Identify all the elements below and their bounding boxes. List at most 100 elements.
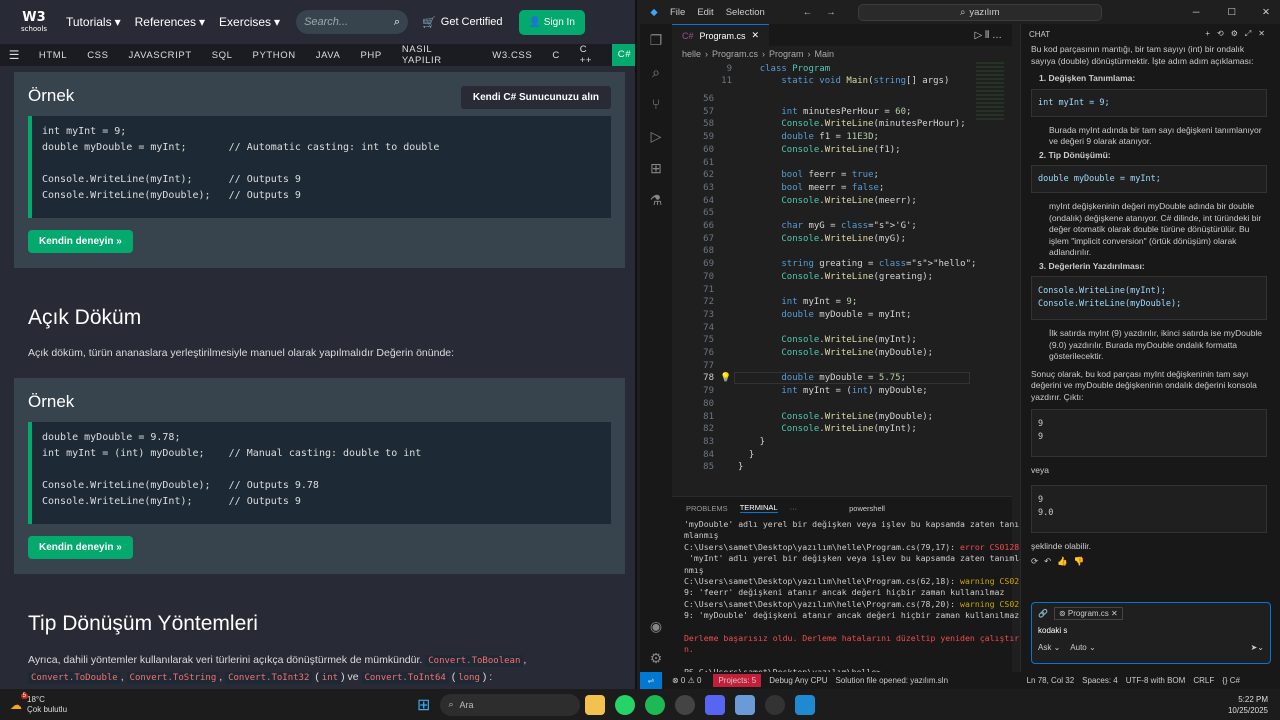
maximize-icon[interactable]: ☐	[1228, 7, 1237, 18]
line-number: 56	[703, 94, 714, 104]
forward-icon[interactable]: →	[826, 7, 836, 18]
tab-problems[interactable]: PROBLEMS	[686, 504, 728, 513]
subnav-java[interactable]: JAVA	[306, 50, 351, 61]
try-it-button[interactable]: Kendin deneyin »	[28, 230, 133, 253]
code-line: Console.WriteLine(minutesPerHour);	[781, 119, 966, 130]
model-select[interactable]: Auto ⌄	[1070, 643, 1095, 652]
nav-exercises[interactable]: Exercises ▾	[219, 15, 280, 29]
chat-input[interactable]: kodaki s	[1038, 626, 1264, 635]
projects-status[interactable]: Projects: 5	[713, 674, 762, 687]
command-search[interactable]: ⌕ yazılım	[857, 3, 1102, 21]
menu-selection[interactable]: Selection	[726, 7, 765, 18]
subnav-css[interactable]: CSS	[77, 50, 118, 61]
spotify-icon[interactable]	[645, 694, 666, 715]
subnav-sql[interactable]: SQL	[202, 50, 243, 61]
subnav-w3css[interactable]: W3.CSS	[482, 50, 542, 61]
terminal-line: C:\Users\samet\Desktop\yazılım\helle\Pro…	[684, 598, 1025, 609]
extensions-icon[interactable]: ⊞	[640, 152, 672, 184]
tab-terminal[interactable]: TERMINAL	[739, 503, 778, 513]
source-control-icon[interactable]: ⑂	[640, 88, 672, 120]
file-explorer-icon[interactable]	[585, 694, 606, 715]
try-it-button[interactable]: Kendin deneyin »	[28, 536, 133, 559]
get-server-button[interactable]: Kendi C# Sunucunuzu alın	[460, 86, 611, 109]
whatsapp-icon[interactable]	[615, 694, 636, 715]
close-icon[interactable]: ✕	[1262, 7, 1270, 18]
cursor-position[interactable]: Ln 78, Col 32	[1027, 676, 1075, 685]
terminal-output[interactable]: 'myDouble' adlı yerel bir değişken veya …	[672, 519, 1025, 679]
nav-tutorials[interactable]: Tutorials ▾	[66, 15, 121, 29]
debug-config[interactable]: Debug Any CPU	[769, 676, 827, 685]
menu-edit[interactable]: Edit	[697, 7, 713, 18]
chrome-icon[interactable]	[765, 694, 786, 715]
get-certified-link[interactable]: 🛒 Get Certified	[422, 16, 502, 29]
or-text: veya	[1031, 465, 1049, 475]
mode-select[interactable]: Ask ⌄	[1038, 643, 1060, 652]
line-number: 62	[703, 170, 714, 181]
subnav-howto[interactable]: NASIL YAPILIR	[392, 44, 482, 66]
discord-icon[interactable]	[705, 694, 726, 715]
settings-icon[interactable]: ⚙	[640, 642, 672, 674]
subnav-javascript[interactable]: JAVASCRIPT	[119, 50, 202, 61]
search-icon[interactable]: ⌕	[640, 56, 672, 88]
terminal-line: 'myInt' adlı yerel bir değişken veya işl…	[684, 553, 1025, 564]
explorer-icon[interactable]: ❐	[640, 24, 672, 56]
menu-file[interactable]: File	[670, 7, 685, 18]
closing-text: şeklinde olabilir.	[1031, 540, 1092, 551]
subnav-php[interactable]: PHP	[350, 50, 391, 61]
code-line: int myInt = (int) myDouble;	[781, 386, 928, 397]
remote-icon[interactable]: ⇌	[640, 672, 662, 689]
feedback-icons[interactable]: ⟳↶👍👎	[1031, 556, 1267, 568]
menu-icon[interactable]: ☰	[0, 48, 29, 62]
weather-widget[interactable]: ☁ 5 18°C Çok bulutlu	[10, 692, 67, 715]
send-icon[interactable]: ➤⌄	[1251, 643, 1264, 652]
subnav-python[interactable]: PYTHON	[243, 50, 306, 61]
language-mode[interactable]: {} C#	[1222, 676, 1240, 685]
tab-program-cs[interactable]: C# Program.cs ✕	[672, 24, 770, 46]
code-line: int myInt = 9;	[781, 297, 858, 308]
context-file-chip[interactable]: ⊚ Program.cs ✕	[1053, 607, 1123, 620]
run-icon[interactable]: ▷ ⫴ …	[975, 30, 1002, 41]
lightbulb-icon[interactable]: 💡	[720, 372, 731, 383]
sign-in-button[interactable]: 👤 Sign In	[518, 9, 585, 35]
photos-icon[interactable]	[735, 694, 756, 715]
code-line: char myG = class="s">'G';	[781, 221, 917, 231]
account-icon[interactable]: ◉	[640, 610, 672, 642]
code-line: }	[738, 449, 755, 460]
user-icon: 👤	[528, 16, 541, 28]
code-line: double myDouble = myInt;	[781, 309, 912, 320]
code-snippet: double myDouble = myInt;	[1031, 165, 1267, 193]
more-icon[interactable]: ···	[790, 504, 798, 513]
back-icon[interactable]: ←	[803, 7, 813, 18]
testing-icon[interactable]: ⚗	[640, 184, 672, 216]
subnav-csharp[interactable]: C#	[611, 44, 635, 66]
encoding[interactable]: UTF-8 with BOM	[1126, 676, 1186, 685]
close-tab-icon[interactable]: ✕	[752, 30, 760, 41]
chat-toolbar-icons[interactable]: +⟲⚙⤢✕	[1205, 29, 1272, 39]
nav-references[interactable]: References ▾	[135, 15, 205, 29]
chat-input-box[interactable]: 🔗 ⊚ Program.cs ✕ kodaki s Ask ⌄ Auto ⌄ ➤⌄	[1031, 602, 1271, 664]
minimize-icon[interactable]: ─	[1193, 7, 1200, 18]
w3schools-logo[interactable]: W3 schools	[16, 4, 52, 40]
taskbar-search[interactable]: ⌕ Ara	[440, 693, 581, 716]
code-lines: 9 class Program 11 static void Main(strin…	[672, 62, 976, 492]
system-tray[interactable]: 5:22 PM 10/25/2025	[1228, 694, 1268, 716]
subnav-cpp[interactable]: C ++	[570, 44, 612, 66]
attach-icon[interactable]: 🔗	[1038, 609, 1048, 618]
shell-selector[interactable]: powershell	[849, 504, 885, 513]
obs-icon[interactable]	[675, 694, 696, 715]
subnav-c[interactable]: C	[542, 50, 569, 61]
code-line: Console.WriteLine(f1);	[781, 144, 901, 155]
line-number: 85	[703, 462, 714, 473]
code-editor[interactable]: C# Program.cs ✕ ▷ ⫴ … helle › Program.cs › Pro…	[672, 24, 1012, 496]
errors-warnings[interactable]: ⊗ 0 ⚠ 0	[672, 676, 701, 685]
line-number: 58	[703, 119, 714, 130]
windows-start-icon[interactable]: ⊞	[417, 695, 430, 715]
search-input[interactable]: Search... ⌕	[296, 10, 409, 34]
conclusion-text: Sonuç olarak, bu kod parçası myInt değiş…	[1031, 368, 1257, 402]
vscode-taskbar-icon[interactable]	[795, 694, 816, 715]
indentation[interactable]: Spaces: 4	[1082, 676, 1118, 685]
line-ending[interactable]: CRLF	[1193, 676, 1214, 685]
code-line: int minutesPerHour = 60;	[781, 106, 912, 117]
run-debug-icon[interactable]: ▷	[640, 120, 672, 152]
subnav-html[interactable]: HTML	[29, 50, 77, 61]
